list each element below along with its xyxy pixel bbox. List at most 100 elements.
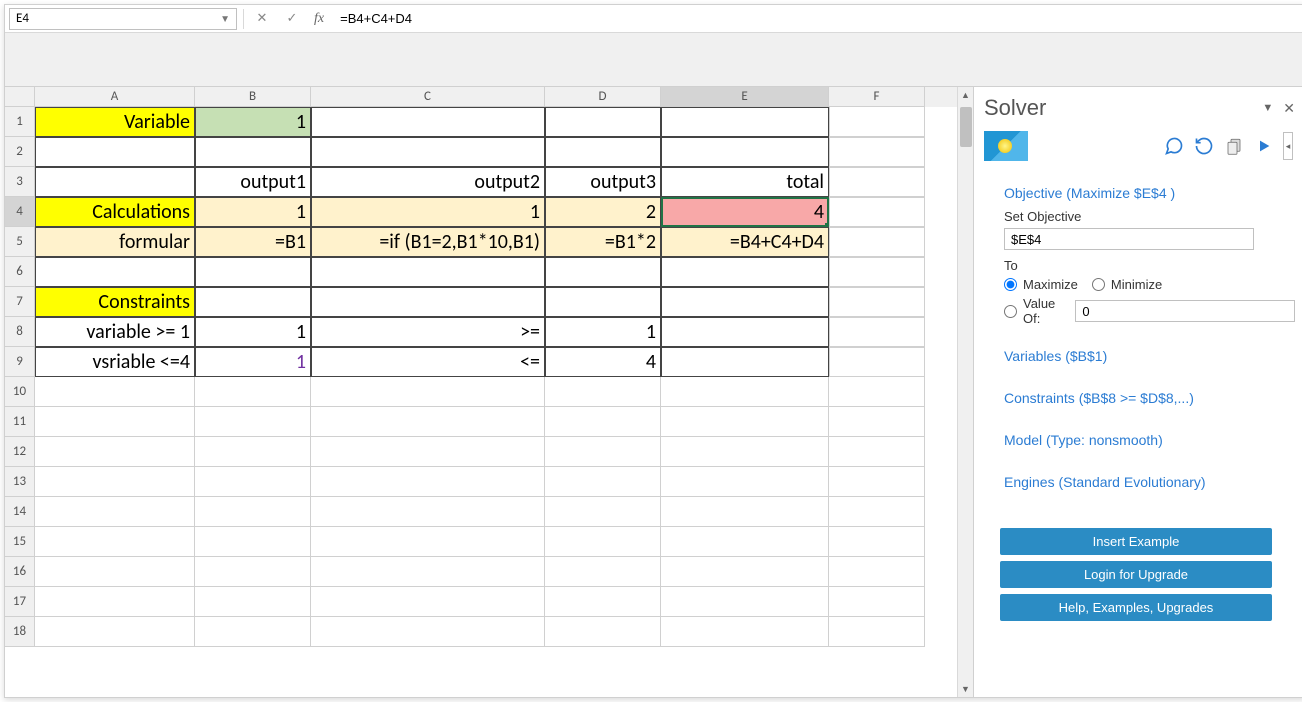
row-header-10[interactable]: 10 bbox=[5, 377, 35, 407]
cell-C12[interactable] bbox=[311, 437, 545, 467]
cancel-formula-button[interactable]: ✕ bbox=[250, 8, 274, 30]
cell-F8[interactable] bbox=[829, 317, 925, 347]
cell-F6[interactable] bbox=[829, 257, 925, 287]
cell-D1[interactable] bbox=[545, 107, 661, 137]
cell-B2[interactable] bbox=[195, 137, 311, 167]
cell-A8[interactable]: variable >= 1 bbox=[35, 317, 195, 347]
cell-C17[interactable] bbox=[311, 587, 545, 617]
chat-icon[interactable] bbox=[1163, 135, 1185, 157]
insert-example-button[interactable]: Insert Example bbox=[1000, 528, 1272, 555]
cell-A17[interactable] bbox=[35, 587, 195, 617]
row-header-9[interactable]: 9 bbox=[5, 347, 35, 377]
cell-E15[interactable] bbox=[661, 527, 829, 557]
name-box[interactable]: E4 ▼ bbox=[9, 8, 237, 30]
cell-A15[interactable] bbox=[35, 527, 195, 557]
cell-E10[interactable] bbox=[661, 377, 829, 407]
cell-E2[interactable] bbox=[661, 137, 829, 167]
row-header-12[interactable]: 12 bbox=[5, 437, 35, 467]
cell-D13[interactable] bbox=[545, 467, 661, 497]
cell-D12[interactable] bbox=[545, 437, 661, 467]
lightbulb-icon[interactable] bbox=[984, 131, 1028, 161]
cell-F17[interactable] bbox=[829, 587, 925, 617]
cell-C16[interactable] bbox=[311, 557, 545, 587]
cell-A5[interactable]: formular bbox=[35, 227, 195, 257]
help-button[interactable]: Help, Examples, Upgrades bbox=[1000, 594, 1272, 621]
cell-D9[interactable]: 4 bbox=[545, 347, 661, 377]
cell-A14[interactable] bbox=[35, 497, 195, 527]
cell-F15[interactable] bbox=[829, 527, 925, 557]
scroll-down-icon[interactable]: ▼ bbox=[958, 681, 974, 697]
spreadsheet-grid[interactable]: A B C D E F 1 Variable 1 bbox=[5, 87, 957, 697]
cell-D14[interactable] bbox=[545, 497, 661, 527]
cell-C15[interactable] bbox=[311, 527, 545, 557]
expand-tab-icon[interactable]: ◂ bbox=[1283, 132, 1293, 160]
cell-D7[interactable] bbox=[545, 287, 661, 317]
cell-E16[interactable] bbox=[661, 557, 829, 587]
cell-A13[interactable] bbox=[35, 467, 195, 497]
cell-D5[interactable]: =B1*2 bbox=[545, 227, 661, 257]
cell-D10[interactable] bbox=[545, 377, 661, 407]
row-header-3[interactable]: 3 bbox=[5, 167, 35, 197]
cell-F13[interactable] bbox=[829, 467, 925, 497]
cell-E12[interactable] bbox=[661, 437, 829, 467]
row-header-15[interactable]: 15 bbox=[5, 527, 35, 557]
cell-B18[interactable] bbox=[195, 617, 311, 647]
cell-F16[interactable] bbox=[829, 557, 925, 587]
row-header-17[interactable]: 17 bbox=[5, 587, 35, 617]
cell-D15[interactable] bbox=[545, 527, 661, 557]
scroll-thumb[interactable] bbox=[960, 107, 972, 147]
copy-icon[interactable] bbox=[1223, 135, 1245, 157]
col-header-A[interactable]: A bbox=[35, 87, 195, 107]
cell-B11[interactable] bbox=[195, 407, 311, 437]
constraints-link[interactable]: Constraints ($B$8 >= $D$8,...) bbox=[1004, 390, 1295, 406]
cell-F12[interactable] bbox=[829, 437, 925, 467]
cell-D3[interactable]: output3 bbox=[545, 167, 661, 197]
cell-E13[interactable] bbox=[661, 467, 829, 497]
cell-E11[interactable] bbox=[661, 407, 829, 437]
col-header-E[interactable]: E bbox=[661, 87, 829, 107]
cell-B14[interactable] bbox=[195, 497, 311, 527]
refresh-icon[interactable] bbox=[1193, 135, 1215, 157]
cell-A11[interactable] bbox=[35, 407, 195, 437]
cell-F10[interactable] bbox=[829, 377, 925, 407]
cell-F1[interactable] bbox=[829, 107, 925, 137]
row-header-13[interactable]: 13 bbox=[5, 467, 35, 497]
cell-C10[interactable] bbox=[311, 377, 545, 407]
cell-C13[interactable] bbox=[311, 467, 545, 497]
play-icon[interactable] bbox=[1253, 135, 1275, 157]
cell-E7[interactable] bbox=[661, 287, 829, 317]
model-link[interactable]: Model (Type: nonsmooth) bbox=[1004, 432, 1295, 448]
minimize-radio[interactable] bbox=[1092, 278, 1105, 291]
login-upgrade-button[interactable]: Login for Upgrade bbox=[1000, 561, 1272, 588]
row-header-18[interactable]: 18 bbox=[5, 617, 35, 647]
cell-E5[interactable]: =B4+C4+D4 bbox=[661, 227, 829, 257]
maximize-radio[interactable] bbox=[1004, 278, 1017, 291]
cell-C14[interactable] bbox=[311, 497, 545, 527]
row-header-16[interactable]: 16 bbox=[5, 557, 35, 587]
cell-F11[interactable] bbox=[829, 407, 925, 437]
cell-C18[interactable] bbox=[311, 617, 545, 647]
cell-A10[interactable] bbox=[35, 377, 195, 407]
col-header-B[interactable]: B bbox=[195, 87, 311, 107]
cell-A1[interactable]: Variable bbox=[35, 107, 195, 137]
cell-F9[interactable] bbox=[829, 347, 925, 377]
cell-A6[interactable] bbox=[35, 257, 195, 287]
set-objective-input[interactable] bbox=[1004, 228, 1254, 250]
cell-B5[interactable]: =B1 bbox=[195, 227, 311, 257]
cell-C9[interactable]: <= bbox=[311, 347, 545, 377]
objective-link[interactable]: Objective (Maximize $E$4 ) bbox=[1004, 185, 1295, 201]
cell-A4[interactable]: Calculations bbox=[35, 197, 195, 227]
row-header-11[interactable]: 11 bbox=[5, 407, 35, 437]
row-header-8[interactable]: 8 bbox=[5, 317, 35, 347]
cell-C11[interactable] bbox=[311, 407, 545, 437]
cell-D8[interactable]: 1 bbox=[545, 317, 661, 347]
cell-C7[interactable] bbox=[311, 287, 545, 317]
valueof-radio[interactable] bbox=[1004, 305, 1017, 318]
cell-D4[interactable]: 2 bbox=[545, 197, 661, 227]
cell-B17[interactable] bbox=[195, 587, 311, 617]
cell-C4[interactable]: 1 bbox=[311, 197, 545, 227]
engines-link[interactable]: Engines (Standard Evolutionary) bbox=[1004, 474, 1295, 490]
cell-C2[interactable] bbox=[311, 137, 545, 167]
cell-B3[interactable]: output1 bbox=[195, 167, 311, 197]
cell-F18[interactable] bbox=[829, 617, 925, 647]
